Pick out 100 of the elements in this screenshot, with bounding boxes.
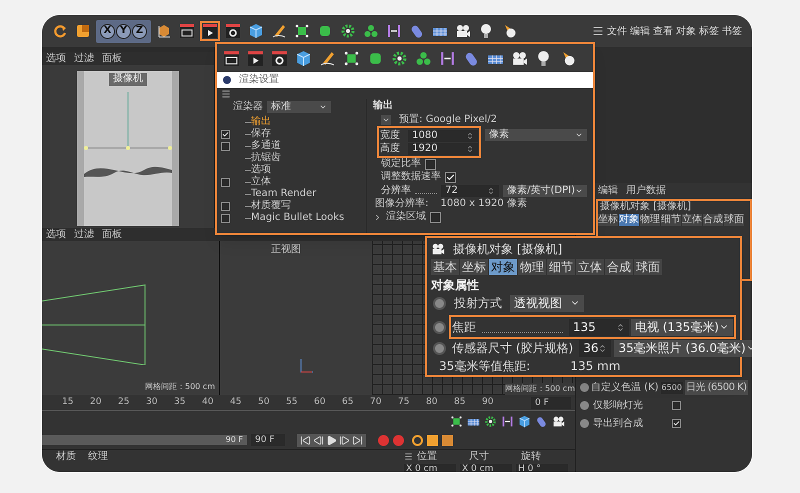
gear-icon[interactable] (484, 414, 497, 428)
settings-tree-item[interactable]: Magic Bullet Looks (251, 213, 344, 223)
attribute-tab[interactable]: 对象 (619, 214, 639, 226)
settings-tree-item[interactable]: 选项 (251, 165, 271, 175)
bracket-bar-icon[interactable] (439, 50, 456, 66)
settings-tree-item[interactable]: 多通道 (251, 141, 281, 151)
menu-item[interactable]: 标签 (699, 24, 719, 38)
number-field[interactable]: 36 (579, 340, 612, 356)
previous-key-icon[interactable] (313, 434, 324, 446)
menu-item[interactable]: 查看 (653, 24, 673, 38)
cube-icon[interactable] (518, 414, 531, 428)
renderer-dropdown[interactable]: 标准 (267, 101, 331, 113)
camera-icon[interactable] (431, 242, 445, 256)
frame-range-bar[interactable]: 90 F (42, 435, 247, 445)
attribute-tab[interactable]: 坐标 (460, 259, 488, 275)
coordinate-field[interactable]: X 0 cm (404, 464, 456, 472)
checkbox[interactable] (672, 419, 681, 428)
play-icon[interactable] (326, 434, 337, 446)
attribute-tab[interactable]: 细节 (661, 214, 681, 226)
settings-tree-item[interactable]: Team Render (251, 189, 316, 199)
spinner-icon[interactable] (487, 186, 496, 194)
clapperboard-icon[interactable] (223, 50, 240, 66)
attribute-tab[interactable]: 合成 (605, 259, 633, 275)
spinner-icon[interactable] (466, 132, 474, 140)
pen-icon[interactable] (319, 50, 336, 66)
preset-dropdown[interactable]: 35毫米照片 (36.0毫米) (614, 340, 752, 356)
radio-icon[interactable] (433, 296, 446, 310)
viewport-menu-item[interactable]: 过滤 (74, 230, 94, 240)
menu-icon[interactable] (404, 452, 413, 461)
menu-icon[interactable] (221, 88, 231, 98)
checkbox[interactable] (221, 130, 230, 138)
material-menu-item[interactable]: 材质 (56, 452, 76, 462)
spinner-icon[interactable] (466, 144, 474, 152)
settings-tree-item[interactable]: 立体 (251, 177, 271, 187)
unit-dropdown[interactable]: 像素/英寸(DPI) (503, 184, 587, 196)
viewport-menu-item[interactable]: 面板 (102, 230, 122, 240)
attribute-tab[interactable]: 基本 (431, 259, 459, 275)
checkbox[interactable] (672, 401, 681, 410)
settings-tree-item[interactable]: 材质覆写 (251, 201, 291, 211)
unit-dropdown[interactable]: 像素 (485, 129, 587, 141)
camera-icon[interactable] (552, 414, 565, 428)
attribute-tab[interactable]: 对象 (489, 259, 517, 275)
first-frame-icon[interactable] (300, 434, 311, 446)
attribute-tab[interactable]: 立体 (576, 259, 604, 275)
viewport-menu-item[interactable]: 过滤 (74, 54, 94, 64)
number-field[interactable]: 72 (441, 184, 500, 196)
record-icon[interactable] (393, 434, 404, 446)
cube-cage-icon[interactable] (343, 50, 360, 66)
coordinate-field[interactable]: H 0 ° (516, 464, 568, 472)
last-frame-icon[interactable] (352, 434, 363, 446)
collapse-button[interactable] (381, 115, 392, 125)
number-field[interactable]: 1080 (408, 130, 478, 142)
radio-icon[interactable] (433, 342, 446, 354)
checkbox[interactable] (445, 172, 456, 182)
number-field[interactable]: 1920 (408, 142, 478, 154)
attribute-tab[interactable]: 球面 (634, 259, 662, 275)
spinner-icon[interactable] (616, 322, 625, 332)
attribute-tab[interactable]: 球面 (724, 214, 744, 226)
menu-item[interactable]: 编辑 (630, 24, 650, 38)
material-menu-item[interactable]: 纹理 (88, 452, 108, 462)
record-icon[interactable] (378, 434, 389, 446)
sphere-cluster-icon[interactable] (415, 50, 432, 66)
checkbox[interactable] (221, 142, 230, 150)
viewport-menu-item[interactable]: 选项 (46, 54, 66, 64)
preset-dropdown[interactable]: 电视 (135毫米) (630, 318, 733, 336)
checkbox[interactable] (221, 214, 230, 222)
bracket-bar-icon[interactable] (501, 414, 514, 428)
settings-tree-item[interactable]: 输出 (251, 117, 271, 127)
light-bulb-icon[interactable] (535, 50, 552, 66)
checkbox[interactable] (425, 158, 436, 170)
menu-item[interactable]: 书签 (722, 24, 742, 38)
cube-icon[interactable] (295, 50, 312, 66)
preset-dropdown[interactable]: 日光 (6500 K) (684, 380, 748, 395)
cube-cage-icon[interactable] (450, 414, 463, 428)
attribute-tab[interactable]: 物理 (640, 214, 660, 226)
menu-icon[interactable] (592, 25, 604, 37)
next-key-icon[interactable] (339, 434, 350, 446)
axis-toggle-button[interactable]: Y (116, 24, 131, 38)
camera-icon[interactable] (511, 50, 528, 66)
end-frame-field[interactable]: 90 F (251, 434, 285, 446)
value-field[interactable]: 6500 (660, 382, 683, 394)
attribute-tab[interactable]: 坐标 (598, 214, 618, 226)
menu-item[interactable]: 文件 (607, 24, 627, 38)
panel-menu-item[interactable]: 编辑 (598, 182, 618, 198)
attribute-tab[interactable]: 立体 (682, 214, 702, 226)
radio-icon[interactable] (433, 320, 446, 334)
viewport-menu-item[interactable]: 选项 (46, 230, 66, 240)
checkbox[interactable] (221, 202, 230, 210)
clapperboard-play-icon[interactable] (247, 50, 264, 66)
menu-item[interactable]: 对象 (676, 24, 696, 38)
checkbox[interactable] (430, 212, 442, 222)
projection-dropdown[interactable]: 透视视图 (510, 294, 584, 312)
checkbox[interactable] (221, 178, 230, 186)
gear-icon[interactable] (391, 50, 408, 66)
attribute-tab[interactable]: 细节 (547, 259, 575, 275)
spinner-icon[interactable] (598, 344, 608, 352)
panel-menu-item[interactable]: 用户数据 (626, 182, 666, 198)
attribute-tab[interactable]: 合成 (703, 214, 723, 226)
axis-toggle-button[interactable]: Z (132, 24, 147, 38)
attribute-tab[interactable]: 物理 (518, 259, 546, 275)
